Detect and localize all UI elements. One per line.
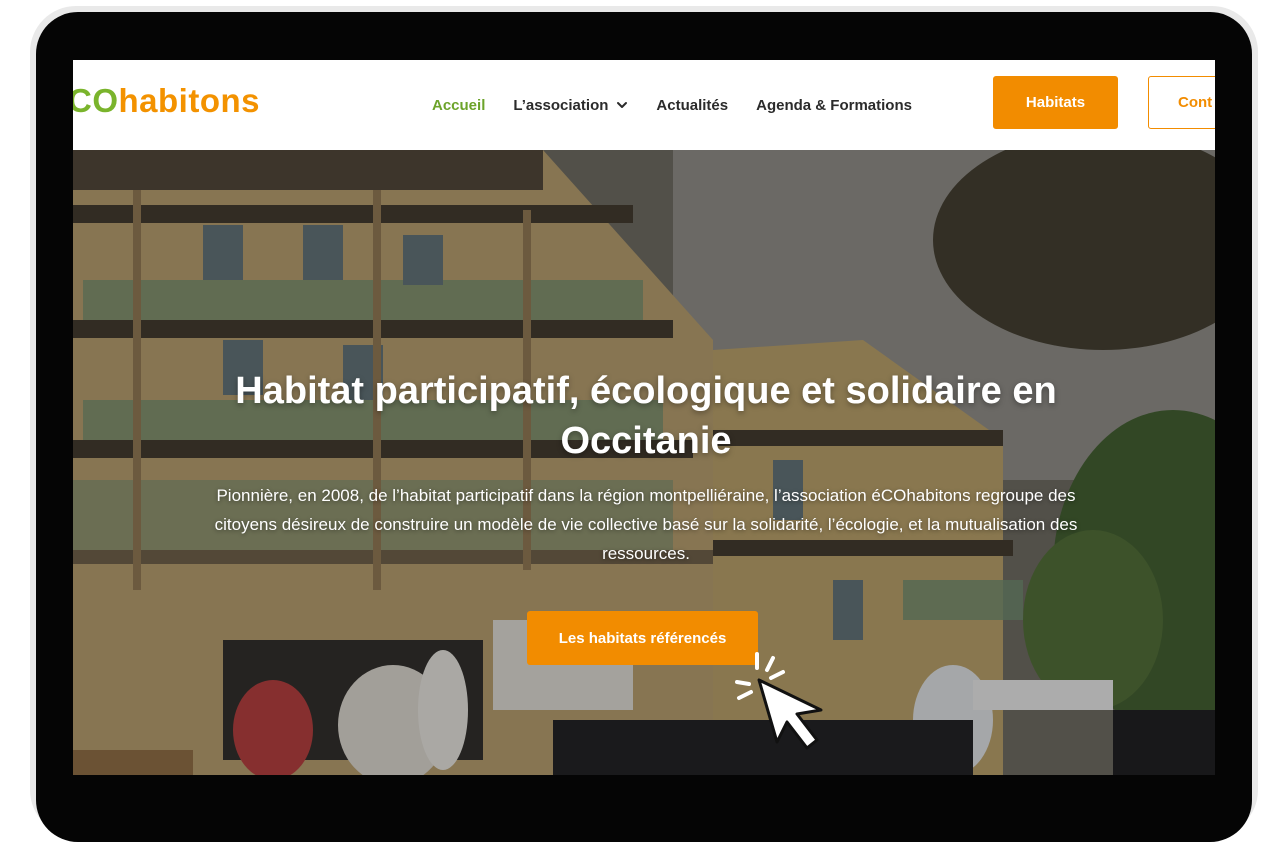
main-nav: Accueil L’association Actualités Agenda … xyxy=(432,60,940,150)
hero-title: Habitat participatif, écologique et soli… xyxy=(235,370,1057,462)
nav-item-accueil[interactable]: Accueil xyxy=(432,97,485,114)
browser-screen: COhabitons Accueil L’association Actuali… xyxy=(73,60,1215,775)
cta-habitats-references-button[interactable]: Les habitats référencés xyxy=(527,611,758,665)
chevron-down-icon xyxy=(617,102,628,108)
click-cursor-icon xyxy=(735,652,823,750)
nav-item-association-label: L’association xyxy=(513,96,609,114)
site-logo[interactable]: COhabitons xyxy=(73,82,260,120)
site-header: COhabitons Accueil L’association Actuali… xyxy=(73,60,1215,150)
nav-item-association[interactable]: L’association xyxy=(513,97,628,114)
habitats-button[interactable]: Habitats xyxy=(993,76,1118,129)
hero-section: Habitat participatif, écologique et soli… xyxy=(73,150,1215,775)
contact-button[interactable]: Cont xyxy=(1148,76,1215,129)
nav-item-actualites[interactable]: Actualités xyxy=(656,97,728,114)
hero-description: Pionnière, en 2008, de l’habitat partici… xyxy=(214,486,1078,563)
logo-part-orange: habitons xyxy=(118,82,260,119)
nav-item-agenda[interactable]: Agenda & Formations xyxy=(756,97,912,114)
logo-part-green: CO xyxy=(73,82,119,119)
